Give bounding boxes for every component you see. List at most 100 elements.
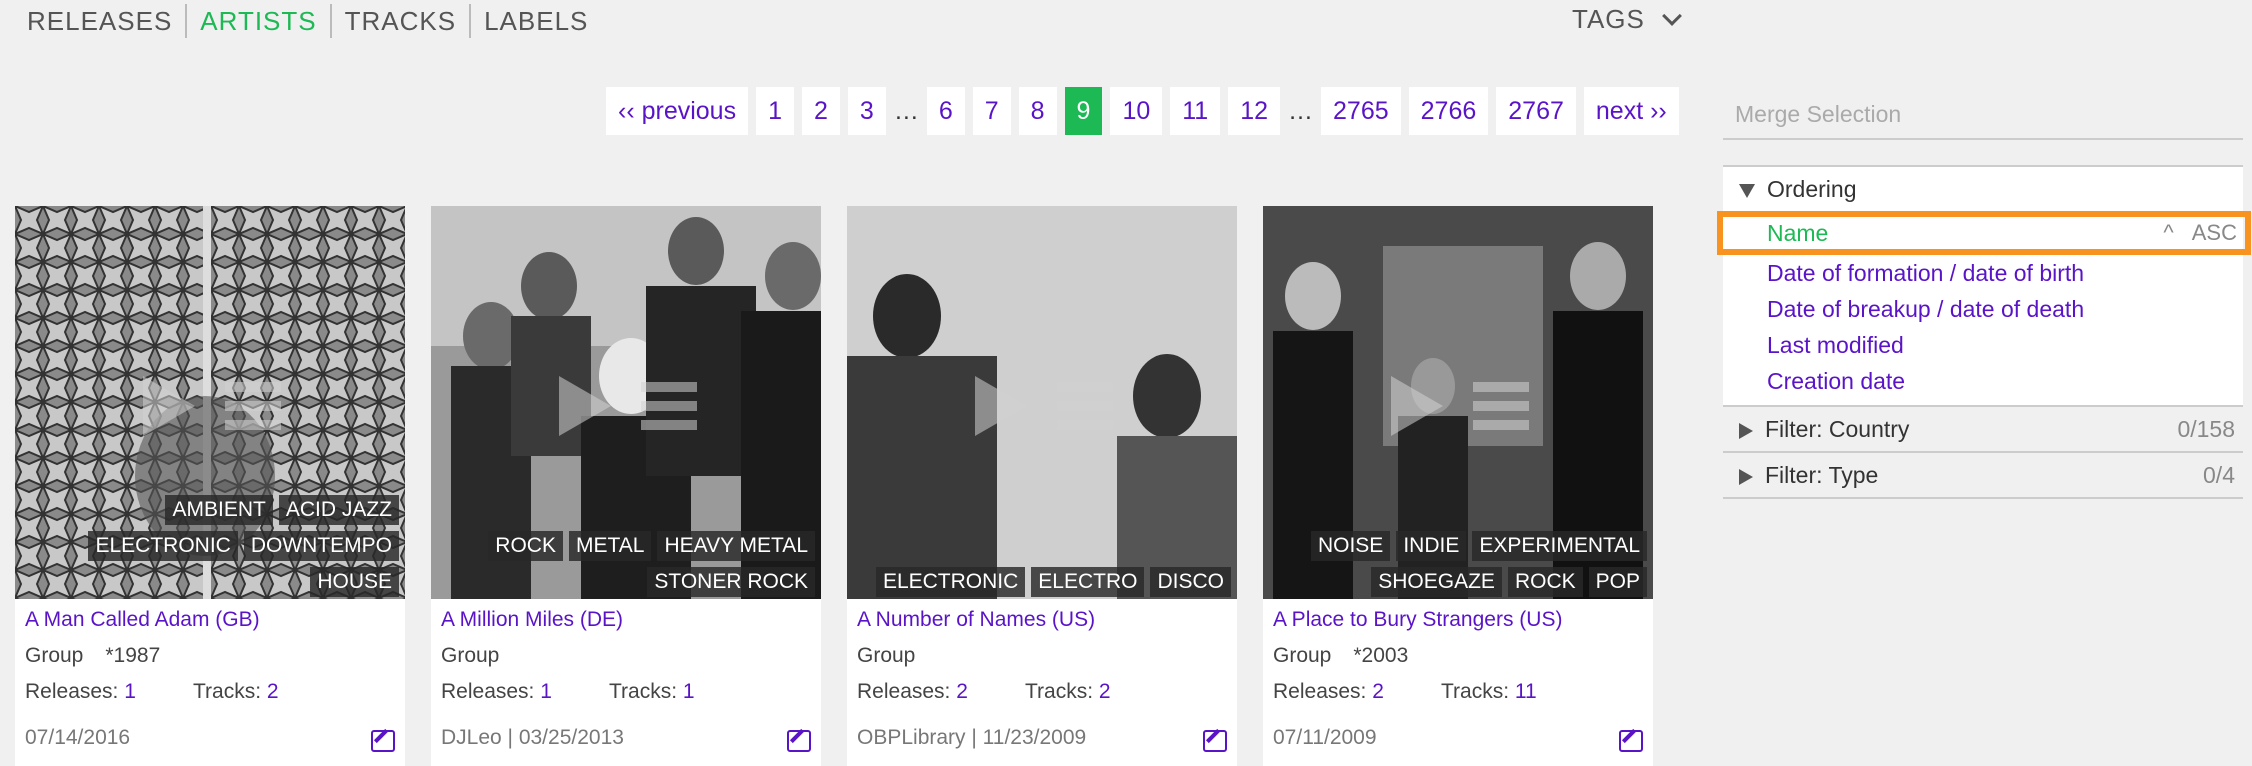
genre-tag[interactable]: HOUSE [310,567,399,597]
menu-icon[interactable] [1057,382,1113,430]
page-link[interactable]: 3 [847,87,886,135]
tracks-label: Tracks: [1441,680,1510,703]
artist-type: Group [25,644,84,667]
nav-tracks[interactable]: TRACKS [332,4,469,38]
artist-image[interactable]: ROCK METAL HEAVY METAL STONER ROCK [431,206,821,599]
nav-artists[interactable]: ARTISTS [187,4,329,38]
card-footer: 07/11/2009 [1273,726,1377,749]
genre-tag[interactable]: POP [1588,567,1647,597]
releases-count-link[interactable]: 2 [956,680,968,703]
edit-icon[interactable] [1203,730,1227,752]
artist-year: *2003 [1353,644,1409,667]
order-option-formation[interactable]: Date of formation / date of birth [1723,255,2243,291]
artist-name-link[interactable]: A Million Miles (DE) [441,608,623,632]
artist-meta: Group *2003 [1273,644,1408,668]
genre-tag[interactable]: INDIE [1396,531,1467,561]
triangle-right-icon [1739,422,1753,439]
genre-tag[interactable]: ELECTRONIC [875,567,1026,597]
genre-tag[interactable]: DISCO [1150,567,1231,597]
tracks-count-link[interactable]: 11 [1515,680,1537,703]
pagination: ‹‹ previous 1 2 3 … 6 7 8 9 10 11 12 … 2… [606,87,1687,135]
page-link[interactable]: 2 [802,87,840,135]
genre-tag[interactable]: EXPERIMENTAL [1472,531,1647,561]
artist-type: Group [441,644,500,667]
play-icon[interactable] [559,376,611,436]
releases-count-link[interactable]: 1 [124,680,136,703]
page-link[interactable]: 11 [1170,87,1221,135]
play-icon[interactable] [975,376,1027,436]
order-option-creation-date[interactable]: Creation date [1723,363,2243,399]
page-ellipsis: … [1288,97,1314,125]
artist-card: ROCK METAL HEAVY METAL STONER ROCK A Mil… [431,206,821,766]
sort-direction[interactable]: ^ ASC [2163,217,2237,249]
genre-tag[interactable]: SHOEGAZE [1371,567,1502,597]
page-link[interactable]: 10 [1110,87,1163,135]
artist-image[interactable]: ELECTRONIC ELECTRO DISCO [847,206,1237,599]
caret-up-icon: ^ [2163,220,2174,245]
genre-tag[interactable]: STONER ROCK [647,567,815,597]
artist-name-link[interactable]: A Number of Names (US) [857,608,1095,632]
page-previous[interactable]: ‹‹ previous [606,87,749,135]
genre-tag[interactable]: NOISE [1310,531,1391,561]
page-current[interactable]: 9 [1064,87,1103,135]
tags-dropdown[interactable]: TAGS [1572,4,1682,35]
genre-tag[interactable]: HEAVY METAL [657,531,815,561]
genre-tag[interactable]: ELECTRONIC [88,531,238,561]
artist-meta: Group [441,644,521,668]
artist-meta: Group *1987 [25,644,160,668]
filter-type[interactable]: Filter: Type 0/4 [1723,451,2243,499]
artist-image[interactable]: AMBIENT ACID JAZZ ELECTRONIC DOWNTEMPO H… [15,206,405,599]
artist-type: Group [857,644,916,667]
artist-meta: Group [857,644,937,668]
genre-tag[interactable]: ROCK [1507,567,1583,597]
page-next[interactable]: next ›› [1583,87,1679,135]
nav-labels[interactable]: LABELS [471,4,601,38]
page-link[interactable]: 2767 [1496,87,1576,135]
artist-counts: Releases: 2 Tracks: 2 [857,680,1111,704]
play-icon[interactable] [143,376,195,436]
genre-tag[interactable]: ROCK [488,531,563,561]
page-link[interactable]: 6 [926,87,965,135]
play-icon[interactable] [1391,376,1443,436]
page-link[interactable]: 7 [972,87,1011,135]
genre-tag[interactable]: ELECTRO [1031,567,1145,597]
tag-list: ELECTRONIC ELECTRO DISCO [870,561,1231,597]
chevron-down-icon [1661,5,1682,26]
ordering-header[interactable]: Ordering [1723,167,2243,211]
artist-counts: Releases: 1 Tracks: 1 [441,680,695,704]
menu-icon[interactable] [641,382,697,430]
artist-photo [847,206,1237,599]
artist-card: NOISE INDIE EXPERIMENTAL SHOEGAZE ROCK P… [1263,206,1653,766]
edit-icon[interactable] [1619,730,1643,752]
filter-label: Filter: Type [1765,462,1879,488]
page-link[interactable]: 8 [1018,87,1057,135]
genre-tag[interactable]: ACID JAZZ [278,495,399,525]
order-option-name[interactable]: Name ^ ASC [1717,211,2251,255]
page-link[interactable]: 12 [1228,87,1281,135]
edit-icon[interactable] [787,730,811,752]
genre-tag[interactable]: METAL [568,531,652,561]
genre-tag[interactable]: AMBIENT [165,495,273,525]
tracks-count-link[interactable]: 2 [1099,680,1111,703]
tracks-count-link[interactable]: 2 [267,680,279,703]
menu-icon[interactable] [1473,382,1529,430]
page-link[interactable]: 2765 [1321,87,1401,135]
page-link[interactable]: 2766 [1408,87,1489,135]
merge-selection-input[interactable]: Merge Selection [1723,88,2243,140]
page-link[interactable]: 1 [756,87,794,135]
artist-counts: Releases: 1 Tracks: 2 [25,680,279,704]
order-option-last-modified[interactable]: Last modified [1723,327,2243,363]
releases-count-link[interactable]: 1 [540,680,552,703]
tracks-count-link[interactable]: 1 [683,680,695,703]
releases-count-link[interactable]: 2 [1372,680,1384,703]
artist-image[interactable]: NOISE INDIE EXPERIMENTAL SHOEGAZE ROCK P… [1263,206,1653,599]
order-option-breakup[interactable]: Date of breakup / date of death [1723,291,2243,327]
menu-icon[interactable] [225,382,281,430]
genre-tag[interactable]: DOWNTEMPO [243,531,399,561]
artist-name-link[interactable]: A Man Called Adam (GB) [25,608,260,632]
filter-country[interactable]: Filter: Country 0/158 [1723,405,2243,451]
artist-name-link[interactable]: A Place to Bury Strangers (US) [1273,608,1562,632]
nav-releases[interactable]: RELEASES [14,4,185,38]
edit-icon[interactable] [371,730,395,752]
releases-label: Releases: [1273,680,1367,703]
